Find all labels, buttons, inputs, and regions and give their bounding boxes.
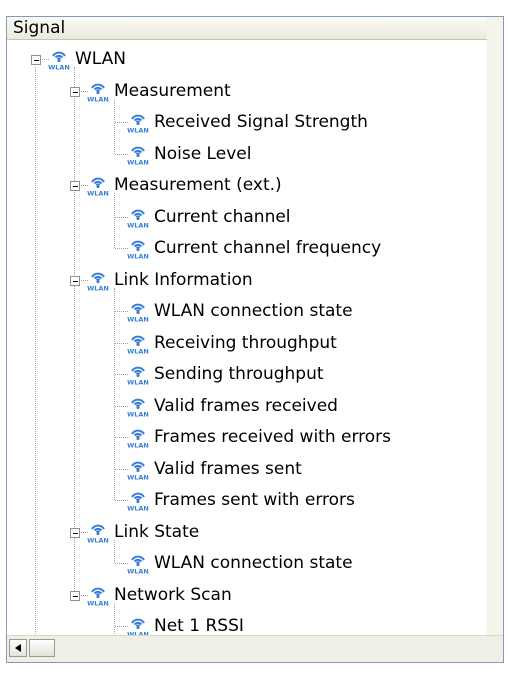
svg-text:WLAN: WLAN	[127, 379, 149, 387]
svg-text:WLAN: WLAN	[127, 442, 149, 450]
svg-text:WLAN: WLAN	[127, 127, 149, 135]
collapse-toggle[interactable]	[70, 181, 80, 191]
tree-node-label[interactable]: Net 1 RSSI	[154, 615, 244, 636]
column-header-label: Signal	[13, 18, 66, 38]
wlan-icon: WLAN	[85, 79, 111, 103]
svg-text:WLAN: WLAN	[127, 473, 149, 481]
tree-node-label[interactable]: Network Scan	[114, 584, 232, 606]
svg-text:WLAN: WLAN	[127, 158, 149, 166]
collapse-toggle[interactable]	[70, 590, 80, 601]
tree-node-label[interactable]: Current channel frequency	[154, 237, 381, 259]
collapse-toggle[interactable]	[70, 86, 80, 97]
svg-text:WLAN: WLAN	[87, 190, 109, 198]
column-header-signal[interactable]: Signal	[7, 17, 503, 40]
wlan-icon: WLAN	[125, 614, 151, 636]
wlan-icon: WLAN	[125, 488, 151, 513]
collapse-toggle[interactable]	[70, 275, 80, 286]
tree-connector-line	[114, 539, 115, 563]
svg-text:WLAN: WLAN	[87, 536, 109, 544]
wlan-icon: WLAN	[125, 425, 151, 450]
tree-node-label[interactable]: Receiving throughput	[154, 332, 337, 354]
tree-node-label[interactable]: Link State	[114, 521, 199, 543]
tree-connector-line	[114, 98, 115, 154]
scroll-thumb[interactable]	[29, 639, 55, 657]
svg-text:WLAN: WLAN	[87, 95, 109, 103]
svg-text:WLAN: WLAN	[87, 599, 109, 607]
horizontal-scrollbar[interactable]	[7, 635, 503, 662]
tree-node-label[interactable]: Valid frames sent	[154, 458, 302, 480]
svg-text:WLAN: WLAN	[127, 221, 149, 229]
svg-text:WLAN: WLAN	[127, 316, 149, 324]
tree-node-label[interactable]: Measurement (ext.)	[114, 174, 282, 196]
svg-text:WLAN: WLAN	[127, 505, 149, 513]
wlan-icon: WLAN	[125, 299, 151, 324]
wlan-icon: WLAN	[125, 394, 151, 418]
svg-text:WLAN: WLAN	[127, 253, 149, 261]
tree-connector-line	[114, 193, 115, 248]
tree-node-label[interactable]: Current channel	[154, 206, 291, 228]
tree-node-label[interactable]: Frames received with errors	[154, 426, 391, 448]
tree-node-label[interactable]: Link Information	[114, 269, 253, 291]
wlan-icon: WLAN	[125, 142, 151, 166]
tree-node-label[interactable]: Noise Level	[154, 143, 251, 165]
tree-node-label[interactable]: WLAN	[75, 48, 126, 70]
wlan-icon: WLAN	[125, 457, 151, 481]
tree-node-label[interactable]: WLAN connection state	[154, 552, 353, 574]
wlan-icon: WLAN	[125, 110, 151, 135]
scroll-left-button[interactable]	[9, 639, 27, 657]
wlan-icon: WLAN	[85, 583, 111, 607]
svg-text:WLAN: WLAN	[127, 347, 149, 355]
wlan-icon: WLAN	[125, 551, 151, 576]
tree-connector-line	[114, 602, 115, 636]
tree-node-label[interactable]: Valid frames received	[154, 395, 338, 417]
svg-text:WLAN: WLAN	[87, 284, 109, 292]
wlan-icon: WLAN	[85, 520, 111, 544]
svg-text:WLAN: WLAN	[127, 568, 149, 576]
wlan-icon: WLAN	[46, 47, 72, 72]
wlan-icon: WLAN	[125, 362, 151, 387]
tree-node-label[interactable]: Measurement	[114, 80, 231, 102]
wlan-icon: WLAN	[85, 173, 111, 198]
signal-tree: WLAN WLAN WLAN Measurement WLAN Received Sign…	[7, 40, 487, 636]
tree-root-connector-line	[35, 67, 36, 636]
collapse-toggle[interactable]	[31, 55, 41, 65]
vertical-scrollbar[interactable]	[487, 17, 503, 662]
wlan-icon: WLAN	[125, 331, 151, 355]
tree-node-label[interactable]: WLAN connection state	[154, 300, 353, 322]
wlan-icon: WLAN	[85, 268, 111, 292]
tree-node-label[interactable]: Sending throughput	[154, 363, 324, 385]
svg-text:WLAN: WLAN	[127, 410, 149, 418]
collapse-toggle[interactable]	[70, 527, 80, 538]
wlan-icon: WLAN	[125, 236, 151, 261]
wlan-icon: WLAN	[125, 205, 151, 229]
tree-node-label[interactable]: Received Signal Strength	[154, 111, 368, 133]
tree-connector-line	[74, 67, 75, 595]
signal-tree-panel: Signal WLAN WLAN WLAN Measurement WLAN Receiv…	[6, 16, 504, 663]
tree-node-label[interactable]: Frames sent with errors	[154, 489, 355, 511]
svg-text:WLAN: WLAN	[48, 64, 70, 72]
